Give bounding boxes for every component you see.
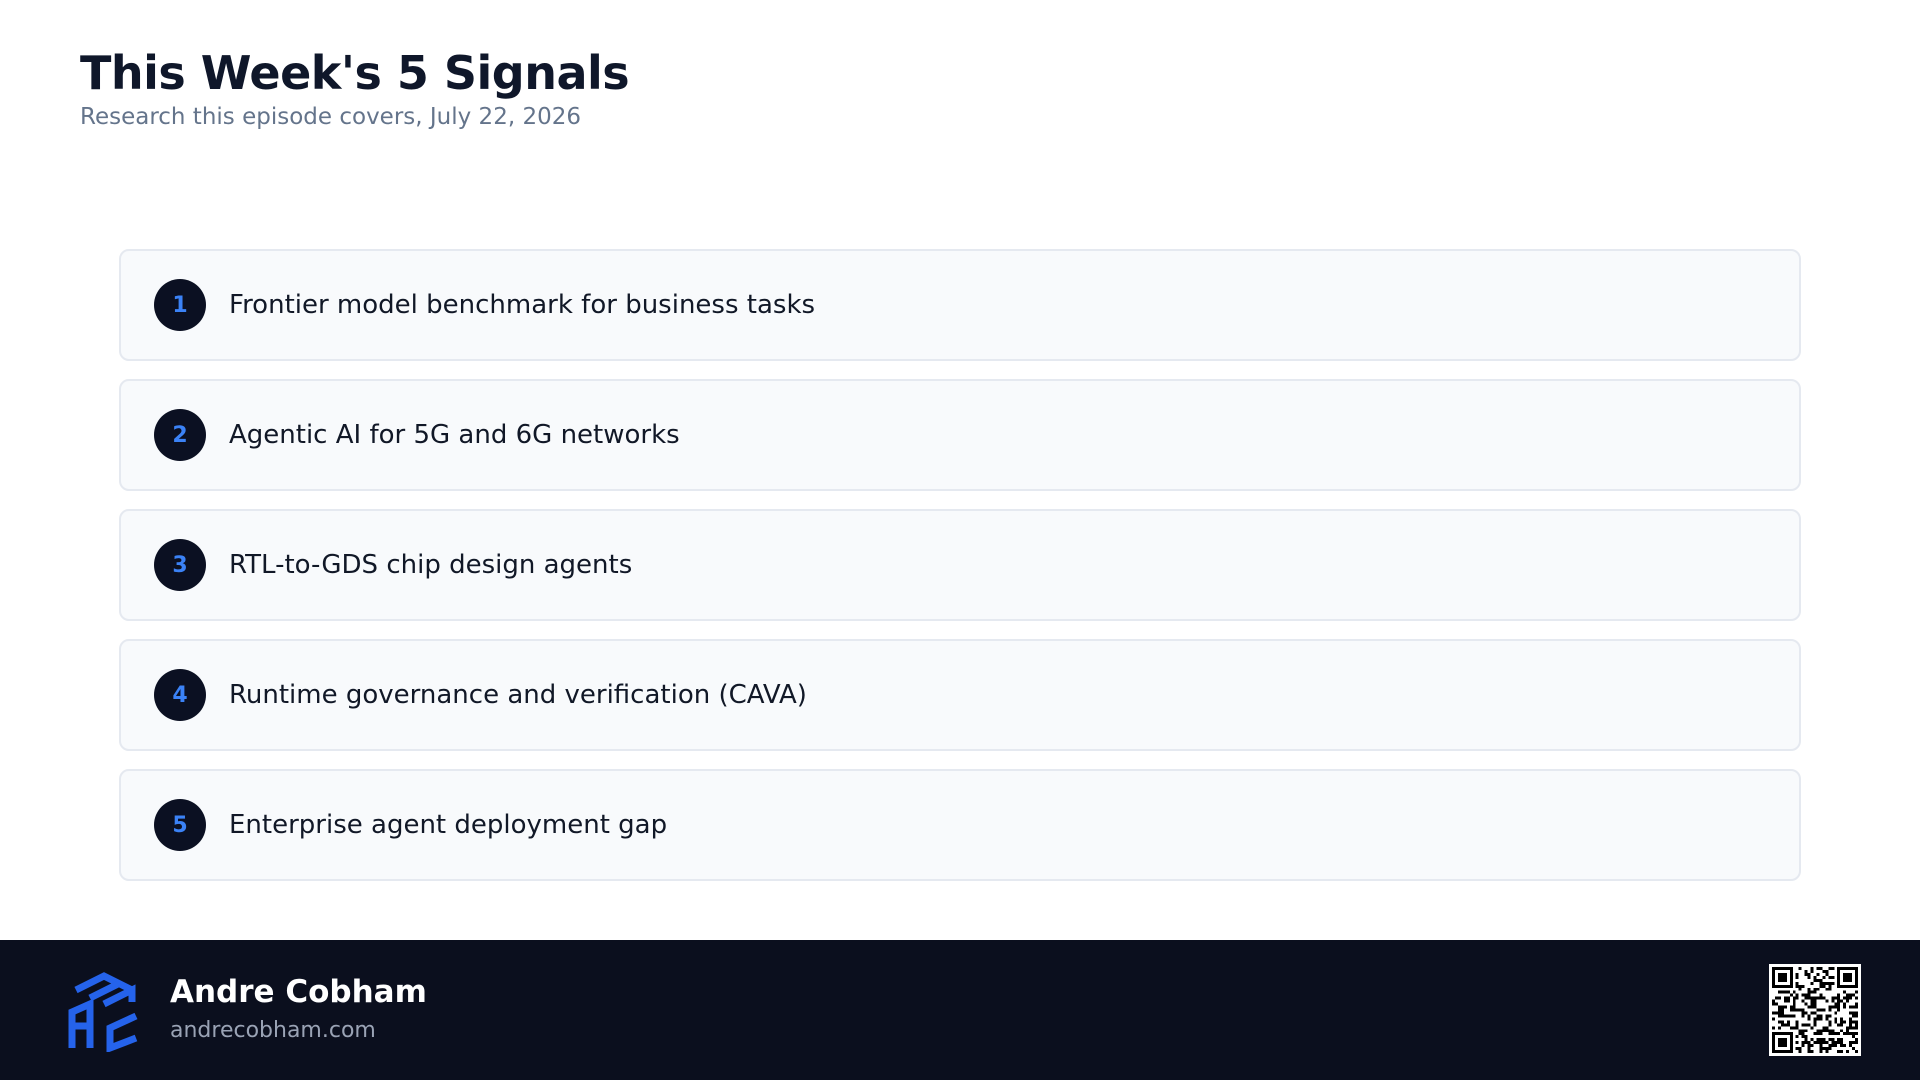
signal-label: Agentic AI for 5G and 6G networks bbox=[229, 420, 680, 450]
signal-number-badge: 5 bbox=[154, 799, 206, 851]
signal-card-2: 2 Agentic AI for 5G and 6G networks bbox=[119, 379, 1801, 491]
qr-code-icon bbox=[1769, 964, 1861, 1056]
signal-number-badge: 1 bbox=[154, 279, 206, 331]
signal-label: Runtime governance and verification (CAV… bbox=[229, 680, 807, 710]
author-website[interactable]: andrecobham.com bbox=[170, 1018, 427, 1043]
signal-number-badge: 4 bbox=[154, 669, 206, 721]
signal-card-5: 5 Enterprise agent deployment gap bbox=[119, 769, 1801, 881]
signals-list: 1 Frontier model benchmark for business … bbox=[119, 249, 1801, 899]
page-subtitle: Research this episode covers, July 22, 2… bbox=[80, 104, 581, 130]
signal-label: RTL-to-GDS chip design agents bbox=[229, 550, 633, 580]
author-block: Andre Cobham andrecobham.com bbox=[170, 974, 427, 1043]
signal-number-badge: 3 bbox=[154, 539, 206, 591]
signal-card-1: 1 Frontier model benchmark for business … bbox=[119, 249, 1801, 361]
header: This Week's 5 Signals Research this epis… bbox=[80, 44, 630, 130]
page-title: This Week's 5 Signals bbox=[80, 46, 630, 100]
signal-number-badge: 2 bbox=[154, 409, 206, 461]
signal-label: Enterprise agent deployment gap bbox=[229, 810, 668, 840]
signal-label: Frontier model benchmark for business ta… bbox=[229, 290, 816, 320]
cube-ac-logo-icon bbox=[66, 968, 144, 1054]
signal-card-3: 3 RTL-to-GDS chip design agents bbox=[119, 509, 1801, 621]
footer: Andre Cobham andrecobham.com bbox=[0, 940, 1920, 1080]
signal-card-4: 4 Runtime governance and verification (C… bbox=[119, 639, 1801, 751]
author-name: Andre Cobham bbox=[170, 974, 427, 1010]
